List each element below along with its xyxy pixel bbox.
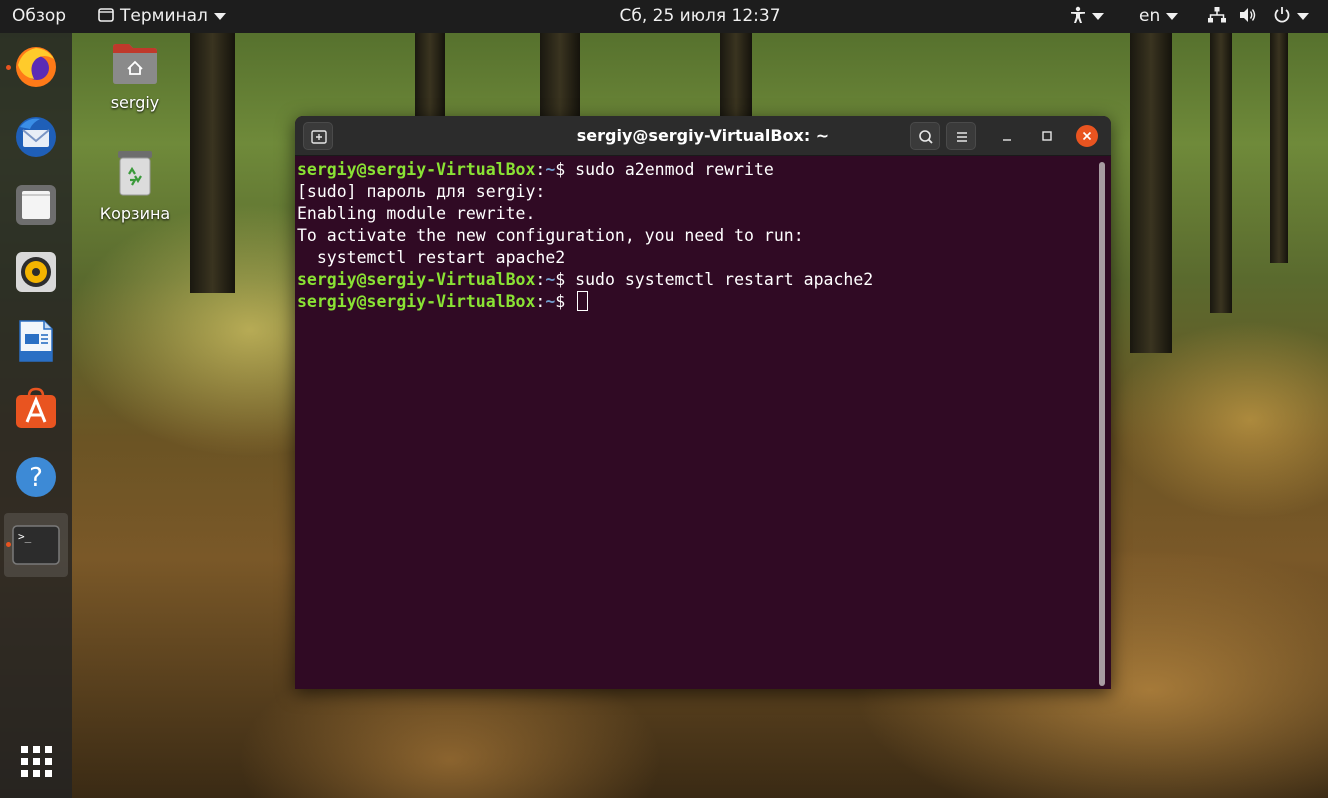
power-icon — [1274, 7, 1290, 23]
clock[interactable]: Сб, 25 июля 12:37 — [600, 0, 800, 33]
terminal-line: systemctl restart apache2 — [297, 248, 566, 267]
dock-thunderbird[interactable] — [4, 105, 68, 169]
chevron-down-icon — [1296, 12, 1309, 20]
window-title: sergiy@sergiy-VirtualBox: ~ — [576, 126, 830, 145]
terminal-line: [sudo] пароль для sergiy: — [297, 182, 546, 201]
accessibility-icon — [1071, 6, 1085, 23]
dock-terminal[interactable]: >_ — [4, 513, 68, 577]
prompt-path: ~ — [545, 292, 556, 311]
minimize-icon — [1003, 139, 1011, 141]
terminal-line: To activate the new configuration, you n… — [297, 226, 804, 245]
terminal-icon: >_ — [12, 525, 60, 565]
close-button[interactable] — [1075, 124, 1099, 148]
show-applications-button[interactable] — [4, 731, 68, 795]
system-menu[interactable] — [1208, 0, 1309, 33]
language-menu[interactable]: en — [1139, 0, 1179, 33]
scrollbar[interactable] — [1099, 162, 1105, 686]
prompt-path: ~ — [545, 270, 556, 289]
minimize-button[interactable] — [995, 124, 1019, 148]
desktop-trash[interactable]: Корзина — [90, 150, 180, 223]
dock-help[interactable]: ? — [4, 445, 68, 509]
close-icon — [1076, 125, 1098, 147]
prompt-sep: : — [535, 270, 546, 289]
chevron-down-icon — [213, 12, 226, 20]
home-folder-icon — [113, 44, 157, 84]
terminal-line: Enabling module rewrite. — [297, 204, 536, 223]
tree-trunk — [190, 33, 235, 293]
help-icon: ? — [16, 457, 56, 497]
terminal-output[interactable]: sergiy@sergiy-VirtualBox:~$ sudo a2enmod… — [297, 158, 1097, 688]
tree-trunk — [1210, 33, 1232, 313]
text-cursor[interactable] — [577, 291, 589, 311]
app-menu-label: Терминал — [120, 6, 208, 26]
tree-trunk — [1130, 33, 1172, 353]
chevron-down-icon — [1166, 12, 1179, 20]
network-icon — [1208, 7, 1226, 23]
dock-ubuntu-software[interactable] — [4, 376, 68, 440]
prompt-end: $ — [555, 270, 576, 289]
dock-files[interactable] — [4, 173, 68, 237]
tree-trunk — [1270, 33, 1288, 263]
trash-icon — [118, 151, 152, 196]
maximize-icon — [1042, 131, 1052, 141]
prompt-user: sergiy@sergiy-VirtualBox — [297, 292, 536, 311]
desktop-trash-label: Корзина — [99, 204, 171, 223]
maximize-button[interactable] — [1035, 124, 1059, 148]
command-text: sudo systemctl restart apache2 — [575, 270, 874, 289]
terminal-line: sergiy@sergiy-VirtualBox:~$ sudo a2enmod… — [297, 159, 1097, 181]
tree-trunk — [720, 33, 752, 123]
ubuntu-software-icon — [16, 387, 56, 428]
command-text: sudo a2enmod rewrite — [575, 160, 774, 179]
desktop-home-label: sergiy — [110, 93, 160, 112]
dock-rhythmbox[interactable] — [4, 240, 68, 304]
app-grid-icon — [21, 746, 52, 777]
volume-icon — [1240, 8, 1256, 22]
chevron-down-icon — [1092, 12, 1104, 20]
running-indicator — [6, 542, 11, 547]
prompt-end: $ — [555, 160, 576, 179]
menu-button[interactable] — [946, 122, 976, 150]
hamburger-menu-icon — [957, 132, 967, 142]
prompt-end: $ — [555, 292, 576, 311]
terminal-header-bar[interactable]: sergiy@sergiy-VirtualBox: ~ — [295, 116, 1111, 156]
prompt-path: ~ — [545, 160, 556, 179]
terminal-app-icon — [98, 8, 114, 22]
desktop-home-folder[interactable]: sergiy — [90, 41, 180, 112]
running-indicator — [6, 65, 11, 70]
svg-text:>_: >_ — [18, 530, 32, 543]
accessibility-menu[interactable] — [1070, 0, 1104, 33]
dock: ? >_ — [0, 33, 72, 798]
dock-libreoffice-writer[interactable] — [4, 309, 68, 373]
files-icon — [16, 185, 56, 225]
search-button[interactable] — [910, 122, 940, 150]
search-icon — [919, 130, 933, 144]
app-menu[interactable]: Терминал — [98, 0, 226, 33]
terminal-line: sergiy@sergiy-VirtualBox:~$ — [297, 291, 1097, 313]
activities-button[interactable]: Обзор — [12, 0, 66, 33]
firefox-icon — [16, 47, 56, 87]
prompt-user: sergiy@sergiy-VirtualBox — [297, 160, 536, 179]
prompt-sep: : — [535, 160, 546, 179]
prompt-sep: : — [535, 292, 546, 311]
prompt-user: sergiy@sergiy-VirtualBox — [297, 270, 536, 289]
terminal-line: sergiy@sergiy-VirtualBox:~$ sudo systemc… — [297, 269, 1097, 291]
libreoffice-writer-icon — [19, 320, 53, 362]
top-bar: Обзор Терминал Сб, 25 июля 12:37 en — [0, 0, 1328, 33]
dock-firefox[interactable] — [4, 35, 68, 99]
tree-trunk — [540, 33, 580, 123]
svg-text:?: ? — [29, 463, 43, 493]
thunderbird-icon — [16, 117, 56, 157]
terminal-window[interactable]: sergiy@sergiy-VirtualBox: ~ sergiy@sergi… — [295, 116, 1111, 689]
rhythmbox-icon — [16, 252, 56, 292]
language-label: en — [1139, 6, 1161, 26]
